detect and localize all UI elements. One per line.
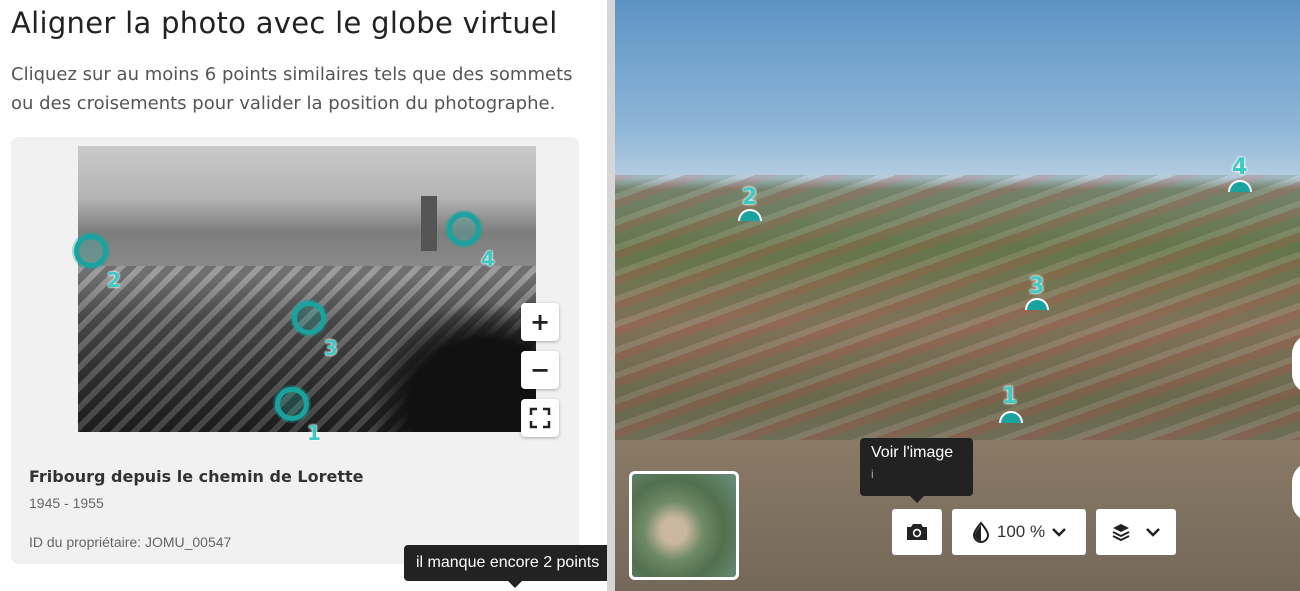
instructions-text: Cliquez sur au moins 6 points similaires… (11, 64, 573, 114)
minimap-thumbnail[interactable] (629, 471, 739, 580)
photo-point-label-4: 4 (481, 247, 495, 271)
panel-divider[interactable] (607, 0, 615, 591)
layers-dropdown[interactable] (1096, 509, 1176, 555)
fullscreen-icon (529, 407, 551, 429)
photo-owner-id: ID du propriétaire: JOMU_00547 (29, 534, 232, 550)
opacity-value: 100 % (996, 522, 1046, 541)
opacity-drop-icon (972, 521, 989, 543)
photo-point-marker-4[interactable] (447, 212, 481, 246)
opacity-dropdown[interactable]: 100 % (952, 509, 1086, 555)
view-image-tooltip-title: Voir l'image (871, 444, 954, 461)
chevron-down-icon (1052, 528, 1066, 537)
photo-point-label-2: 2 (107, 268, 121, 292)
fullscreen-button[interactable] (521, 399, 559, 437)
globe-point-label-4: 4 (1232, 155, 1248, 180)
globe-terrain-texture (615, 175, 1300, 445)
plus-icon: + (529, 308, 551, 336)
photo-cathedral-tower (421, 196, 437, 251)
missing-points-tooltip: il manque encore 2 points (404, 545, 612, 588)
view-image-tooltip: Voir l'image i (860, 438, 973, 503)
photo-trees (366, 302, 536, 432)
zoom-in-button[interactable]: + (521, 303, 559, 341)
photo-point-label-3: 3 (324, 336, 338, 360)
page-title: Aligner la photo avec le globe virtuel (11, 6, 558, 40)
camera-icon (907, 524, 927, 540)
minus-icon: − (529, 356, 551, 384)
layers-icon (1112, 524, 1130, 542)
photo-point-marker-2[interactable] (74, 234, 108, 268)
globe-point-label-1: 1 (1002, 384, 1018, 409)
historical-photo[interactable] (78, 146, 536, 432)
photo-point-marker-1[interactable] (275, 387, 309, 421)
zoom-out-button[interactable]: − (521, 351, 559, 389)
view-image-tooltip-shortcut: i (871, 467, 874, 481)
globe-point-label-3: 3 (1029, 274, 1045, 299)
globe-point-label-2: 2 (742, 185, 758, 210)
view-image-button[interactable] (892, 509, 942, 555)
left-panel: Aligner la photo avec le globe virtuel C… (0, 0, 612, 591)
photo-caption-title: Fribourg depuis le chemin de Lorette (29, 467, 364, 486)
chevron-down-icon (1146, 528, 1160, 537)
photo-caption-date: 1945 - 1955 (29, 495, 104, 511)
photo-card: 1 2 3 4 + − Fribourg depuis le chemin de… (11, 137, 579, 564)
photo-point-marker-3[interactable] (292, 301, 326, 335)
photo-point-label-1: 1 (307, 421, 321, 445)
